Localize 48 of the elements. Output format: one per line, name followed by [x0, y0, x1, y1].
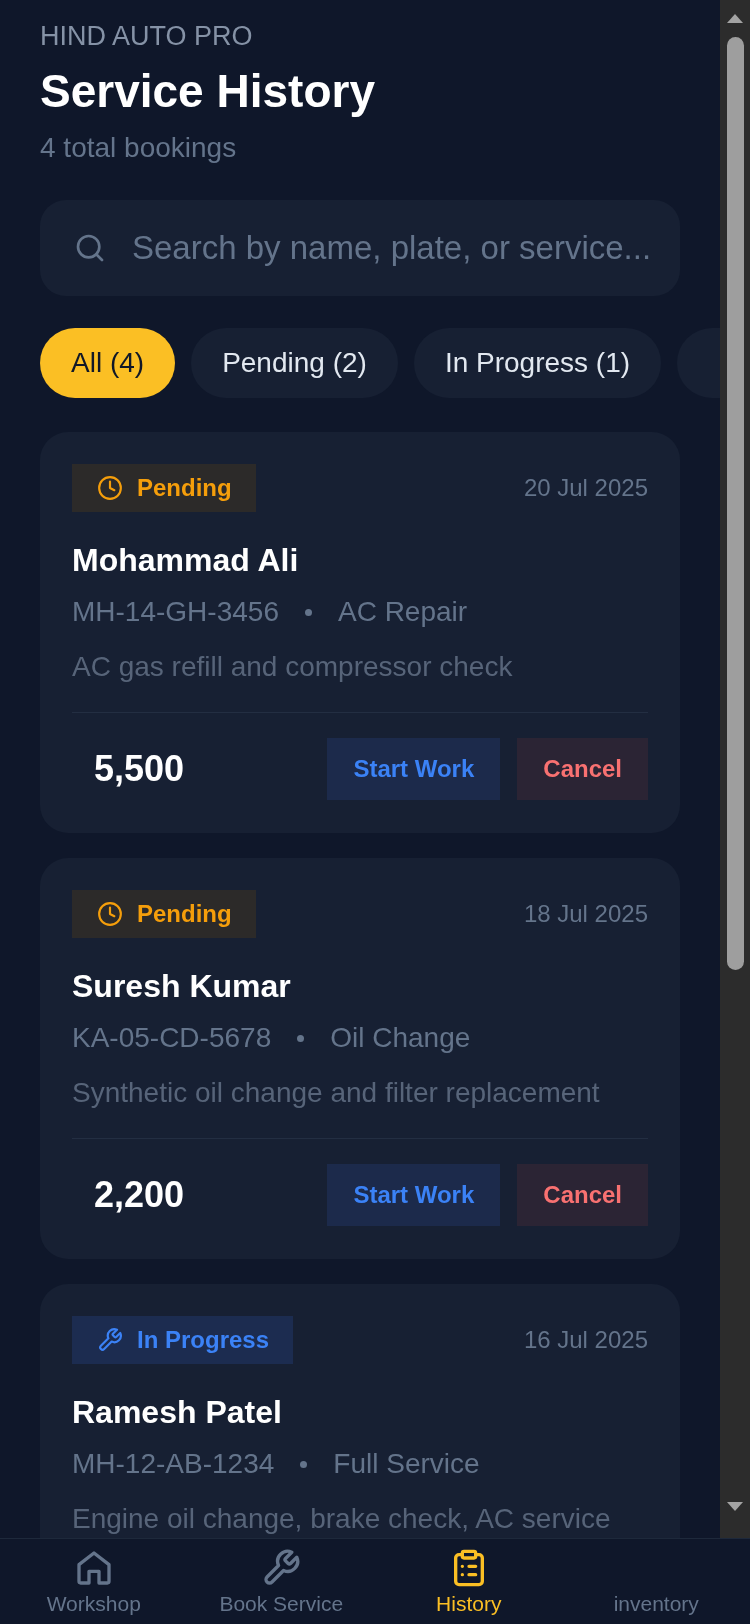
- cancel-button[interactable]: Cancel: [517, 738, 648, 800]
- clock-icon: [97, 475, 123, 501]
- booking-date: 16 Jul 2025: [523, 1326, 648, 1354]
- service-type: Full Service: [333, 1447, 480, 1481]
- nav-tab[interactable]: History: [375, 1539, 563, 1624]
- price: 2,200: [93, 1174, 185, 1216]
- scroll-down-icon[interactable]: [727, 1502, 743, 1511]
- status-badge: Pending: [72, 890, 256, 938]
- service-type: AC Repair: [337, 595, 468, 629]
- separator-dot-icon: [297, 1034, 305, 1042]
- booking-date: 20 Jul 2025: [523, 474, 648, 502]
- nav-tab[interactable]: Workshop: [0, 1539, 188, 1624]
- wrench-icon: [261, 1548, 302, 1588]
- plate-number: MH-14-GH-3456: [72, 595, 279, 629]
- page-title: Service History: [40, 64, 375, 119]
- nav-tab[interactable]: Book Service: [187, 1539, 375, 1624]
- plate-number: KA-05-CD-5678: [72, 1021, 272, 1055]
- app-brand-name: HIND AUTO PRO: [40, 20, 253, 52]
- status-badge: In Progress: [72, 1316, 294, 1364]
- nav-tab[interactable]: inventory: [562, 1539, 750, 1624]
- clock-icon: [97, 901, 123, 927]
- wrench-icon: [97, 1327, 123, 1353]
- status-badge: Pending: [72, 464, 256, 512]
- search-icon: [74, 232, 106, 264]
- service-type: Oil Change: [330, 1021, 471, 1055]
- booking-count: 4 total bookings: [40, 131, 237, 165]
- service-description: Synthetic oil change and filter replacement: [72, 1077, 600, 1109]
- cancel-button[interactable]: Cancel: [517, 1164, 648, 1226]
- price: 5,500: [93, 748, 185, 790]
- plate-number: MH-12-AB-1234: [72, 1447, 275, 1481]
- scrollbar[interactable]: [720, 0, 750, 1538]
- customer-name: Ramesh Patel: [72, 1393, 282, 1431]
- filter-chip[interactable]: Pending (2): [191, 328, 398, 398]
- customer-name: Mohammad Ali: [72, 541, 299, 579]
- search-bar[interactable]: Search by name, plate, or service...: [40, 200, 680, 296]
- scroll-up-icon[interactable]: [727, 14, 743, 23]
- customer-name: Suresh Kumar: [72, 967, 291, 1005]
- scrollbar-thumb[interactable]: [726, 37, 744, 970]
- filter-chip[interactable]: All (4): [40, 328, 176, 398]
- filter-chip[interactable]: In Progress (1): [413, 328, 662, 398]
- service-description: Engine oil change, brake check, AC service: [72, 1503, 611, 1535]
- separator-dot-icon: [304, 608, 312, 616]
- start-work-button[interactable]: Start Work: [327, 738, 501, 800]
- separator-dot-icon: [300, 1460, 308, 1468]
- service-description: AC gas refill and compressor check: [72, 651, 513, 683]
- start-work-button[interactable]: Start Work: [327, 1164, 501, 1226]
- search-field[interactable]: Search by name, plate, or service...: [132, 226, 650, 270]
- booking-date: 18 Jul 2025: [523, 900, 648, 928]
